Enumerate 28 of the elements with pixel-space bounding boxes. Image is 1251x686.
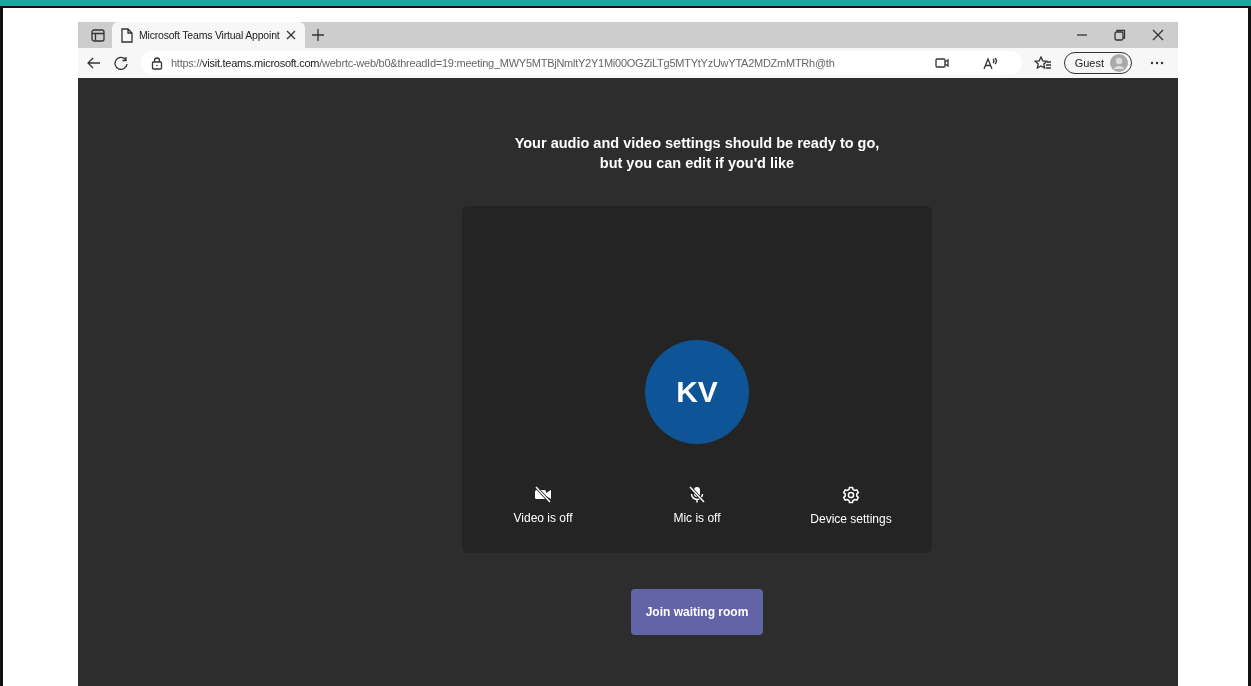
page-icon bbox=[120, 27, 133, 43]
browser-tab[interactable]: Microsoft Teams Virtual Appoint bbox=[112, 22, 306, 48]
url-text: https://visit.teams.microsoft.com/webrtc-web/b0&threadId=19:meeting_MWY5MTBjNmltY2Y1Mi00OGZiLTg5MTYtYzUwYTA2MDZmMTRh@th bbox=[171, 57, 835, 69]
favorites-icon[interactable] bbox=[1033, 56, 1052, 70]
tab-title: Microsoft Teams Virtual Appoint bbox=[139, 29, 280, 41]
video-camera-icon[interactable] bbox=[934, 57, 949, 69]
camera-off-icon bbox=[534, 486, 552, 503]
close-icon[interactable] bbox=[285, 29, 298, 41]
address-bar[interactable]: https://visit.teams.microsoft.com/webrtc-web/b0&threadId=19:meeting_MWY5MTBjNmltY2Y1Mi00OGZiLTg5MTYtYzUwYTA2MDZmMTRh@th bbox=[141, 51, 1022, 75]
heading-line: but you can edit if you'd like bbox=[598, 154, 796, 173]
avatar-icon bbox=[1110, 54, 1128, 72]
new-tab-icon[interactable] bbox=[311, 28, 326, 42]
mic-off-icon bbox=[688, 486, 706, 503]
tab-actions-icon[interactable] bbox=[91, 28, 105, 42]
settings-button[interactable]: Device settings bbox=[796, 486, 906, 526]
settings-icon bbox=[842, 486, 860, 504]
close-icon[interactable] bbox=[1152, 29, 1164, 41]
back-icon[interactable] bbox=[86, 56, 102, 70]
lock-icon bbox=[151, 56, 163, 70]
join-button[interactable]: Join waiting room bbox=[631, 589, 763, 635]
camera-toggle[interactable]: Video is off bbox=[488, 486, 598, 526]
refresh-icon[interactable] bbox=[114, 55, 129, 71]
read-aloud-icon[interactable] bbox=[982, 56, 998, 70]
heading-line: Your audio and video settings should be ready to go, bbox=[514, 134, 880, 153]
avatar: KV bbox=[645, 340, 749, 444]
mic-toggle[interactable]: Mic is off bbox=[642, 486, 752, 526]
restore-icon[interactable] bbox=[1114, 29, 1126, 41]
more-icon[interactable] bbox=[1150, 60, 1164, 66]
